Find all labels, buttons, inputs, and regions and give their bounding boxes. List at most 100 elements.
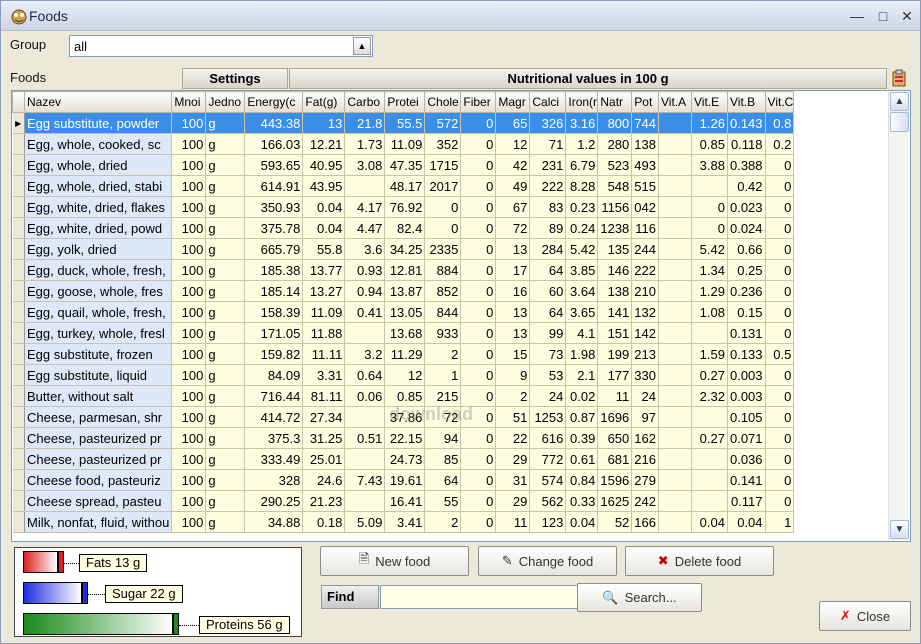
table-cell[interactable]: 0 xyxy=(460,217,497,239)
table-cell[interactable]: 16.41 xyxy=(384,490,426,512)
row-indicator[interactable] xyxy=(12,301,25,323)
table-cell[interactable]: 84.09 xyxy=(244,364,304,386)
table-cell[interactable]: 76.92 xyxy=(384,196,426,218)
row-indicator[interactable] xyxy=(12,259,25,281)
table-cell[interactable]: 4.17 xyxy=(344,196,386,218)
table-cell[interactable]: 13.27 xyxy=(302,280,346,302)
table-cell[interactable]: 231 xyxy=(529,154,567,176)
table-cell[interactable]: 40.95 xyxy=(302,154,346,176)
table-cell[interactable]: 11 xyxy=(597,385,633,407)
table-row[interactable]: Egg, white, dried, flakes 100 g 350.93 0.04 4… xyxy=(12,196,795,218)
table-cell[interactable]: 64 xyxy=(529,259,567,281)
table-cell[interactable]: 100 xyxy=(171,364,207,386)
table-cell[interactable]: 0 xyxy=(460,427,497,449)
table-cell[interactable]: 55.8 xyxy=(302,238,346,260)
table-cell[interactable]: 3.31 xyxy=(302,364,346,386)
table-cell[interactable]: 572 xyxy=(424,112,462,134)
column-header[interactable]: Vit.E xyxy=(690,91,728,113)
table-cell[interactable]: 135 xyxy=(597,238,633,260)
table-cell[interactable]: 0 xyxy=(460,133,497,155)
table-cell[interactable]: 166 xyxy=(631,511,659,533)
column-header[interactable]: Carbo xyxy=(344,91,386,113)
table-cell[interactable]: 0.143 xyxy=(727,112,766,134)
table-cell[interactable]: 11.29 xyxy=(384,343,426,365)
table-cell[interactable]: 375.78 xyxy=(244,217,304,239)
table-cell[interactable]: g xyxy=(205,196,246,218)
column-header[interactable]: Vit.B xyxy=(726,91,766,113)
table-row[interactable]: Egg, whole, cooked, sc 100 g 166.03 12.21 1.7… xyxy=(12,133,795,155)
table-cell[interactable]: 244 xyxy=(631,238,659,260)
table-row[interactable]: Cheese, pasteurized pr 100 g 375.3 31.25 0.51… xyxy=(12,427,795,449)
column-header[interactable]: Vit.A xyxy=(657,91,692,113)
table-cell[interactable]: Cheese food, pasteuriz xyxy=(24,469,173,491)
new-food-button[interactable]: 🗎 New food xyxy=(320,546,469,576)
table-cell[interactable]: 185.38 xyxy=(244,259,304,281)
table-cell[interactable] xyxy=(658,175,692,197)
table-cell[interactable]: 31 xyxy=(495,469,531,491)
table-cell[interactable]: 042 xyxy=(631,196,659,218)
table-cell[interactable]: 85 xyxy=(424,448,462,470)
table-cell[interactable]: 8.28 xyxy=(565,175,599,197)
table-cell[interactable] xyxy=(658,301,692,323)
table-cell[interactable]: 72 xyxy=(495,217,531,239)
table-cell[interactable]: 13 xyxy=(495,238,531,260)
table-cell[interactable]: 158.39 xyxy=(244,301,304,323)
table-cell[interactable]: 0 xyxy=(765,175,795,197)
table-cell[interactable]: 11 xyxy=(495,511,531,533)
table-cell[interactable]: 100 xyxy=(171,343,207,365)
table-cell[interactable]: 0 xyxy=(765,490,795,512)
table-cell[interactable]: 0.2 xyxy=(765,133,795,155)
table-cell[interactable]: 350.93 xyxy=(244,196,304,218)
settings-header[interactable]: Settings xyxy=(182,68,288,89)
table-cell[interactable]: 3.6 xyxy=(344,238,386,260)
table-cell[interactable]: 616 xyxy=(529,427,567,449)
table-cell[interactable]: 5.42 xyxy=(691,238,728,260)
table-cell[interactable]: 0.23 xyxy=(565,196,599,218)
row-indicator[interactable] xyxy=(12,385,25,407)
table-cell[interactable]: 0.003 xyxy=(727,385,766,407)
table-cell[interactable] xyxy=(344,448,386,470)
table-cell[interactable] xyxy=(658,196,692,218)
table-cell[interactable]: 593.65 xyxy=(244,154,304,176)
table-cell[interactable]: 0 xyxy=(460,490,497,512)
table-cell[interactable]: 24 xyxy=(631,385,659,407)
table-cell[interactable]: 326 xyxy=(529,112,567,134)
table-cell[interactable] xyxy=(658,133,692,155)
table-cell[interactable]: 0 xyxy=(765,217,795,239)
table-row[interactable]: Egg, turkey, whole, fresl 100 g 171.05 11.88… xyxy=(12,322,795,344)
table-cell[interactable]: 27.34 xyxy=(302,406,346,428)
table-cell[interactable]: 0 xyxy=(765,259,795,281)
table-cell[interactable]: 0.04 xyxy=(302,217,346,239)
row-indicator[interactable] xyxy=(12,133,25,155)
table-cell[interactable]: 100 xyxy=(171,259,207,281)
table-cell[interactable]: 24.73 xyxy=(384,448,426,470)
table-cell[interactable]: 100 xyxy=(171,175,207,197)
table-cell[interactable]: 166.03 xyxy=(244,133,304,155)
table-cell[interactable]: 0.236 xyxy=(727,280,766,302)
table-cell[interactable]: 0 xyxy=(460,238,497,260)
table-cell[interactable]: 2.32 xyxy=(691,385,728,407)
table-cell[interactable]: 0 xyxy=(691,217,728,239)
table-cell[interactable] xyxy=(658,490,692,512)
table-cell[interactable]: Egg, whole, dried xyxy=(24,154,173,176)
table-cell[interactable]: 146 xyxy=(597,259,633,281)
column-header[interactable]: Nazev xyxy=(23,91,173,113)
row-indicator[interactable] xyxy=(12,175,25,197)
table-cell[interactable] xyxy=(658,238,692,260)
row-indicator[interactable] xyxy=(12,469,25,491)
table-cell[interactable] xyxy=(658,448,692,470)
table-cell[interactable]: 132 xyxy=(631,301,659,323)
close-button[interactable]: ✗ Close xyxy=(819,601,911,631)
column-header[interactable]: Pot xyxy=(631,91,659,113)
table-cell[interactable]: 159.82 xyxy=(244,343,304,365)
table-cell[interactable]: 1.73 xyxy=(344,133,386,155)
table-row[interactable]: Egg, yolk, dried 100 g 665.79 55.8 3.6 34.25 23… xyxy=(12,238,795,260)
table-cell[interactable] xyxy=(691,175,728,197)
table-cell[interactable] xyxy=(691,322,728,344)
table-cell[interactable]: 2 xyxy=(424,343,462,365)
table-cell[interactable]: 34.25 xyxy=(384,238,426,260)
table-cell[interactable]: 0.04 xyxy=(691,511,728,533)
table-cell[interactable]: 1.26 xyxy=(691,112,728,134)
table-cell[interactable]: 82.4 xyxy=(384,217,426,239)
table-cell[interactable]: 21.8 xyxy=(344,112,386,134)
